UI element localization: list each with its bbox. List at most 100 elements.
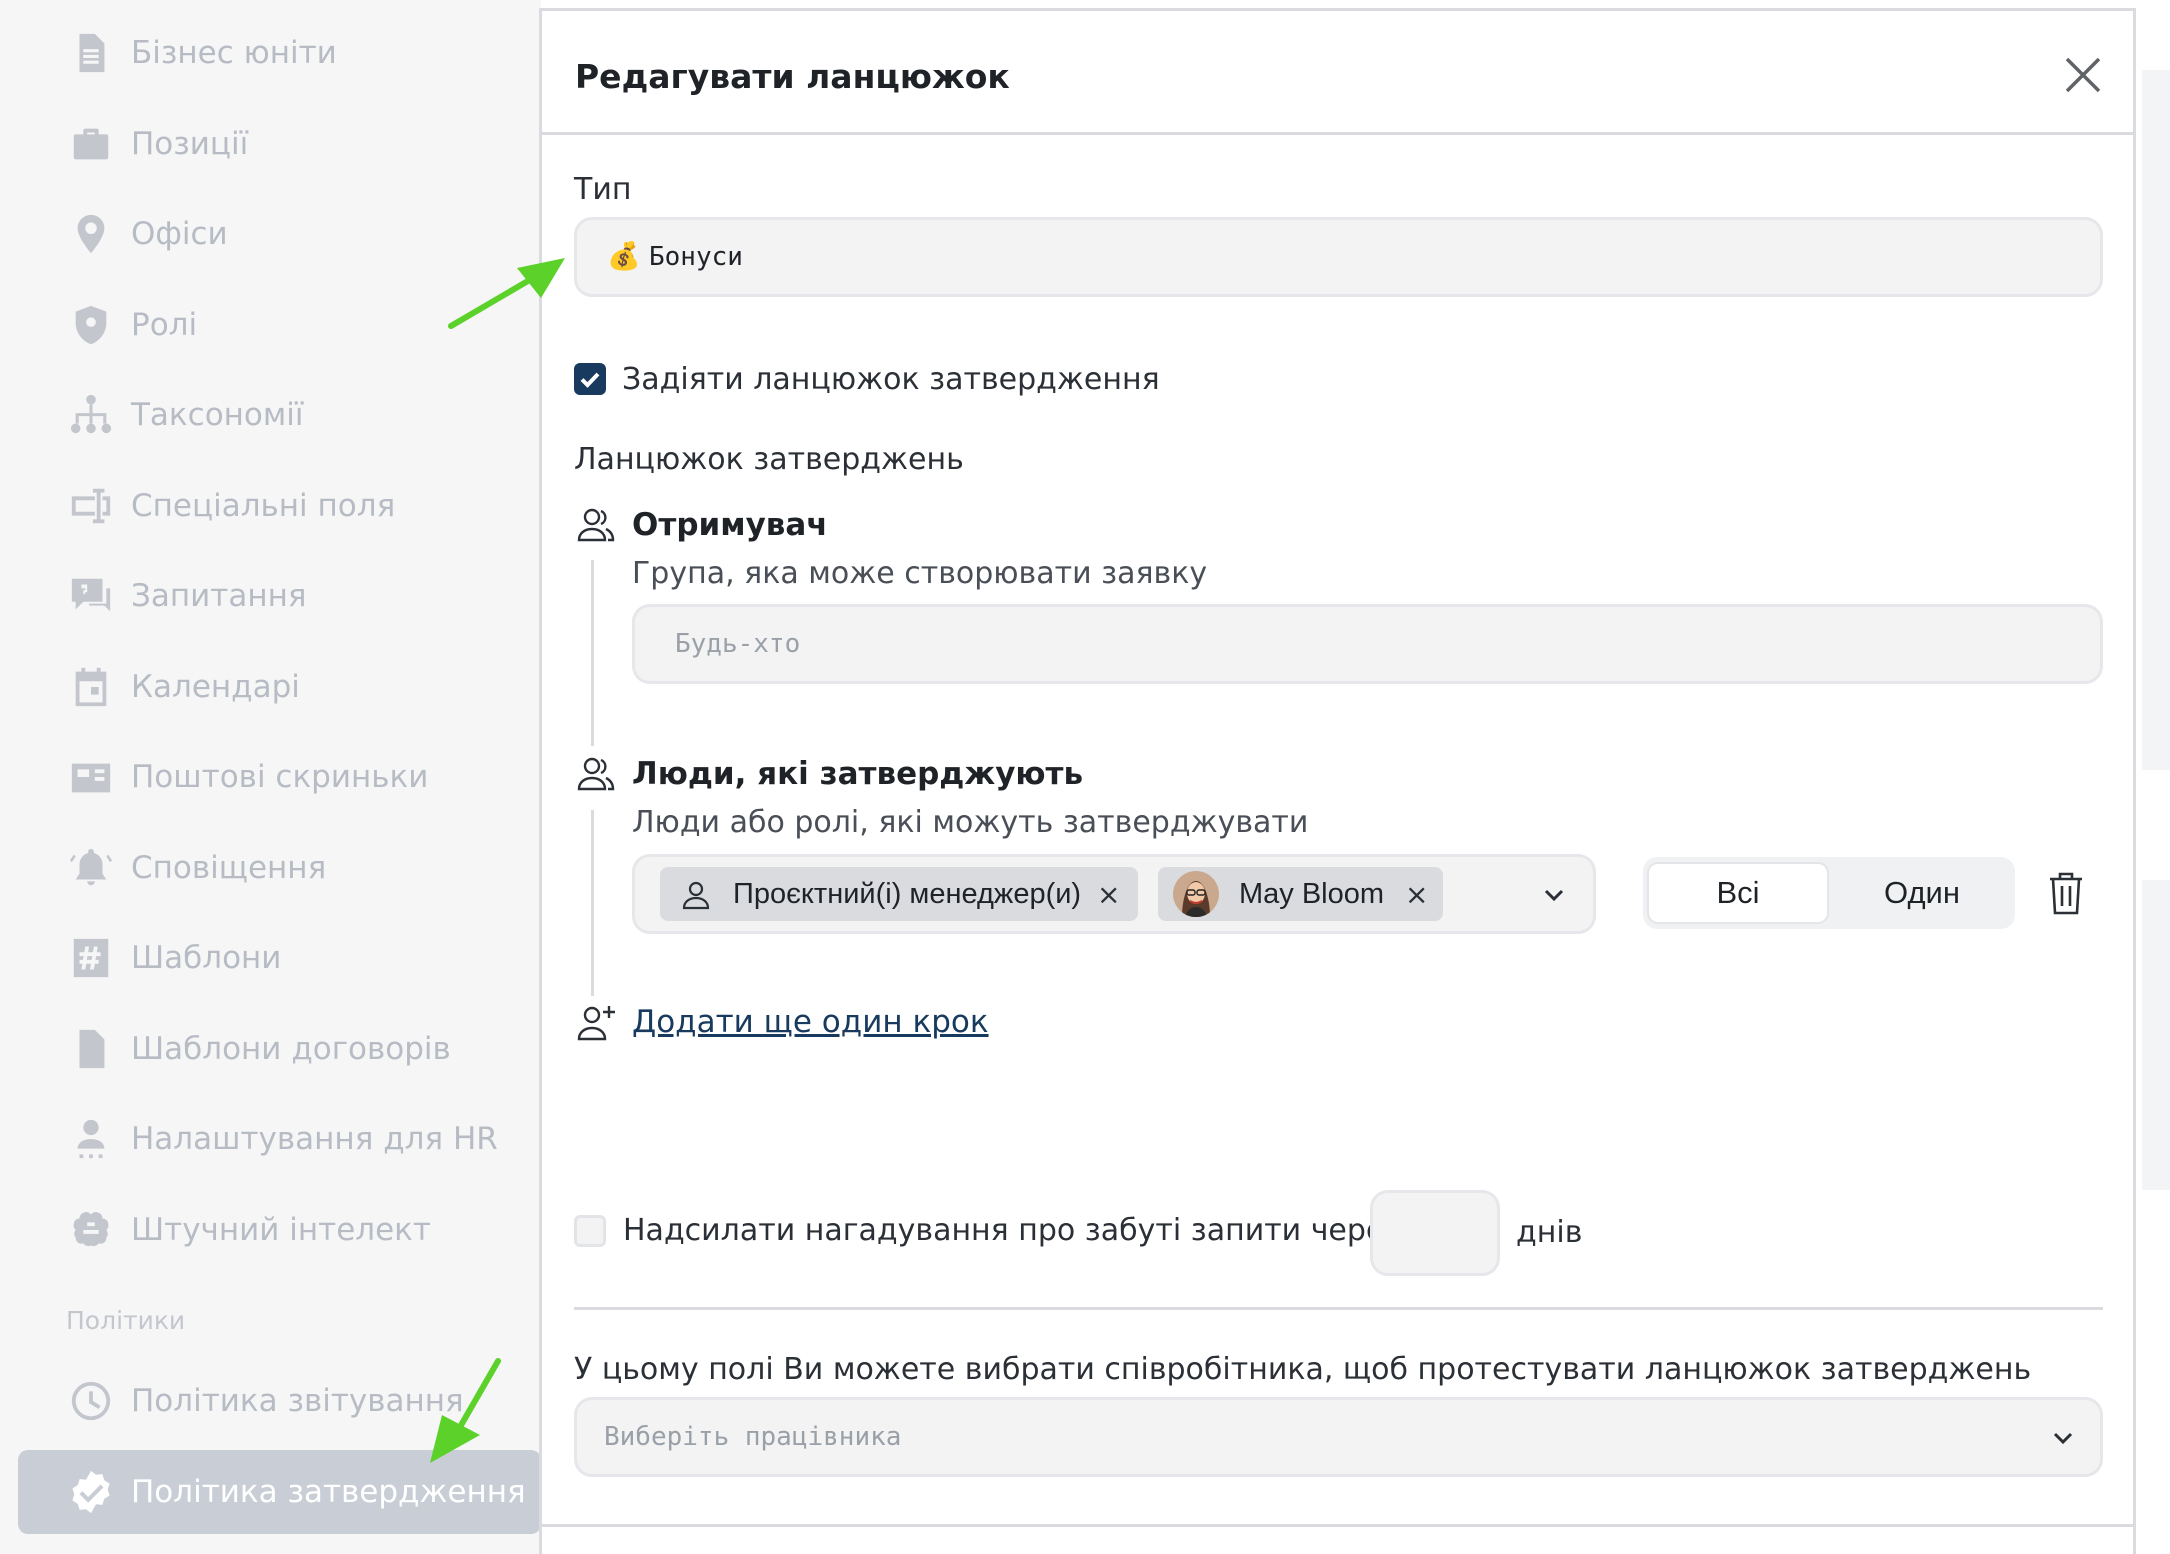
bell-icon (52, 826, 130, 910)
avatar (1173, 871, 1219, 917)
modal-header: Редагувати ланцюжок (542, 11, 2133, 135)
shield-icon (52, 283, 130, 367)
add-step-link[interactable]: Додати ще один крок (632, 1004, 989, 1040)
sidebar-item-label: Ролі (131, 307, 198, 343)
recipient-title: Отримувач (632, 507, 828, 543)
remove-chip-button[interactable]: × (1405, 878, 1428, 911)
mode-option-all[interactable]: Всі (1647, 862, 1829, 924)
hierarchy-icon (52, 373, 130, 457)
approver-chip-label: May Bloom (1239, 877, 1385, 910)
annotation-arrow-icon (430, 1358, 501, 1463)
checkmark-icon (580, 372, 600, 388)
sidebar-item-taxonomies[interactable]: Таксономії (18, 373, 541, 457)
recipient-description: Група, яка може створювати заявку (632, 556, 1208, 591)
employee-placeholder: Виберіть працівника (604, 1422, 902, 1452)
mode-option-one[interactable]: Один (1833, 862, 2011, 924)
chevron-down-icon[interactable] (1538, 879, 1570, 911)
chevron-down-icon (2047, 1422, 2079, 1454)
sidebar-item-questions[interactable]: Запитання (18, 554, 541, 638)
modal-footer-border (539, 1524, 2136, 1527)
approvers-description: Люди або ролі, які можуть затверджувати (632, 805, 1309, 840)
check-badge-icon (52, 1450, 130, 1534)
reminder-label: Надсилати нагадування про забуті запити … (623, 1213, 1401, 1248)
sidebar-item-templates[interactable]: Шаблони (18, 916, 541, 1000)
sidebar-item-custom-fields[interactable]: Спеціальні поля (18, 464, 541, 548)
test-employee-label: У цьому полі Ви можете вибрати співробіт… (574, 1352, 2032, 1387)
recipient-group-select[interactable]: Будь-хто (632, 604, 2103, 684)
sidebar-item-hr-settings[interactable]: Налаштування для HR (18, 1097, 541, 1181)
sidebar-item-positions[interactable]: Позиції (18, 102, 541, 186)
sidebar-item-label: Календарі (131, 669, 300, 705)
user-icon (680, 879, 712, 911)
calendar-icon (52, 645, 130, 729)
reminder-days-input[interactable] (1370, 1190, 1500, 1276)
close-button[interactable] (2059, 51, 2107, 99)
sidebar-item-contract-templates[interactable]: Шаблони договорів (18, 1007, 541, 1091)
sidebar-item-label: Налаштування для HR (131, 1121, 498, 1157)
approver-chip-role: Проєктний(і) менеджер(и) × (660, 867, 1138, 921)
sidebar-item-label: Бізнес юніти (131, 35, 337, 71)
sidebar-item-label: Запитання (131, 578, 307, 614)
enable-chain-checkbox[interactable] (574, 363, 606, 395)
sidebar-item-notifications[interactable]: Сповіщення (18, 826, 541, 910)
background-card (2142, 70, 2170, 770)
money-bag-icon: 💰 (607, 241, 641, 272)
step-connector-line (591, 560, 594, 746)
mailbox-icon (52, 735, 130, 819)
approver-chip-label: Проєктний(і) менеджер(и) (733, 877, 1082, 910)
trash-icon (2050, 872, 2082, 915)
type-value: Бонуси (649, 242, 743, 272)
question-chat-icon (52, 554, 130, 638)
approver-chip-person: May Bloom × (1158, 867, 1443, 921)
sidebar-section-header: Політики (66, 1306, 186, 1335)
annotation-arrow-icon (448, 258, 565, 329)
sidebar: Бізнес юніти Позиції Офіси Ролі Таксоном… (0, 0, 541, 1554)
document-icon (52, 11, 130, 95)
reminder-checkbox[interactable] (574, 1215, 606, 1247)
sidebar-item-label: Офіси (131, 216, 228, 252)
sidebar-item-business-units[interactable]: Бізнес юніти (18, 11, 541, 95)
enable-chain-label: Задіяти ланцюжок затвердження (622, 362, 1160, 397)
sidebar-item-label: Спеціальні поля (131, 488, 396, 524)
sidebar-item-label: Штучний інтелект (131, 1212, 431, 1248)
background-card (2142, 880, 2170, 1190)
sidebar-item-label: Шаблони договорів (131, 1031, 451, 1067)
sidebar-item-label: Політика затвердження (131, 1474, 526, 1510)
sidebar-item-label: Поштові скриньки (131, 759, 429, 795)
custom-field-icon (52, 464, 130, 548)
briefcase-icon (52, 102, 130, 186)
clock-icon (52, 1359, 130, 1443)
sidebar-item-label: Шаблони (131, 940, 282, 976)
modal-title: Редагувати ланцюжок (575, 57, 1010, 96)
employee-select[interactable]: Виберіть працівника (574, 1397, 2103, 1477)
brain-icon (52, 1188, 130, 1272)
approvers-title: Люди, які затверджують (632, 756, 1084, 792)
hr-person-icon (52, 1097, 130, 1181)
users-icon (575, 504, 617, 546)
background-page (2134, 0, 2170, 1554)
reminder-unit: днів (1516, 1215, 1583, 1250)
type-select[interactable]: 💰 Бонуси (574, 217, 2103, 297)
delete-step-button[interactable] (2046, 870, 2086, 916)
hashtag-icon (52, 916, 130, 1000)
add-user-icon (576, 1002, 618, 1044)
location-pin-icon (52, 192, 130, 276)
sidebar-item-label: Позиції (131, 126, 249, 162)
contract-icon (52, 1007, 130, 1091)
step-connector-line (591, 810, 594, 996)
sidebar-item-label: Політика звітування (131, 1383, 464, 1419)
users-icon (575, 753, 617, 795)
approvers-multiselect[interactable]: Проєктний(і) менеджер(и) × May Bloom × (632, 854, 1596, 934)
sidebar-item-label: Таксономії (131, 397, 304, 433)
recipient-placeholder: Будь-хто (675, 629, 801, 659)
chain-section-label: Ланцюжок затверджень (574, 442, 964, 477)
sidebar-item-calendars[interactable]: Календарі (18, 645, 541, 729)
sidebar-item-label: Сповіщення (131, 850, 327, 886)
remove-chip-button[interactable]: × (1097, 878, 1120, 911)
section-divider (574, 1307, 2103, 1310)
sidebar-item-mailboxes[interactable]: Поштові скриньки (18, 735, 541, 819)
sidebar-item-ai[interactable]: Штучний інтелект (18, 1188, 541, 1272)
close-icon (2065, 57, 2101, 93)
type-label: Тип (574, 172, 632, 207)
approval-mode-toggle: Всі Один (1643, 857, 2015, 929)
